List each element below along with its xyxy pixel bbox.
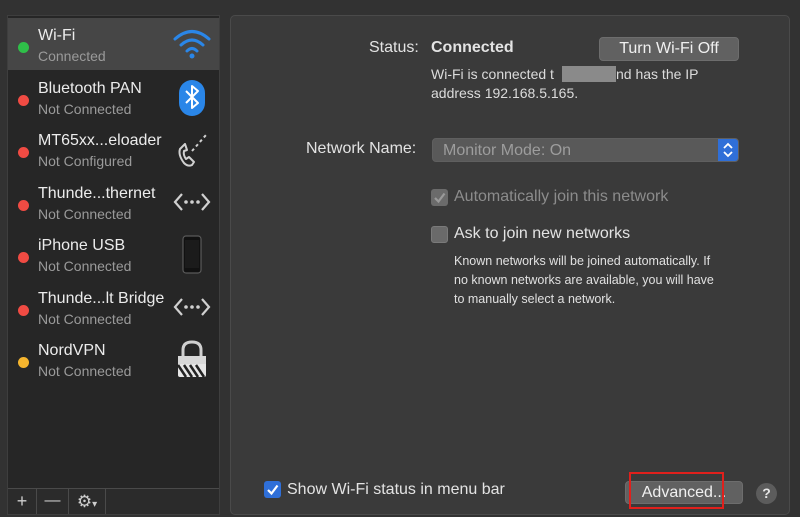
service-list: Wi-Fi Connected Bluetooth PAN Not Connec… [7,15,220,515]
phone-icon [178,134,207,167]
auto-join-checkbox[interactable] [431,189,448,206]
turn-wifi-off-button[interactable]: Turn Wi-Fi Off [599,37,739,61]
bridge-arrows-icon [173,298,211,316]
gear-menu-button[interactable]: ⚙▾ [69,489,106,514]
service-name: Thunde...thernet [38,185,156,202]
iphone-icon [182,235,202,274]
service-item-wifi[interactable]: Wi-Fi Connected [8,18,219,70]
highlight-box [629,472,724,509]
wifi-settings-panel: Status: Connected Turn Wi-Fi Off Wi-Fi i… [230,15,790,515]
service-name: Wi-Fi [38,27,76,44]
service-item-thunderbolt-ethernet[interactable]: Thunde...thernet Not Connected [8,176,219,228]
ask-join-description-line2: no known networks are available, you wil… [454,273,714,287]
ask-join-description-line1: Known networks will be joined automatica… [454,254,711,268]
service-name: Bluetooth PAN [38,80,142,97]
service-item-bluetooth-pan[interactable]: Bluetooth PAN Not Connected [8,71,219,123]
status-dot-red [18,305,29,316]
add-service-button[interactable]: + [8,489,37,514]
service-status: Not Configured [38,153,133,169]
network-name-value: Monitor Mode: On [443,142,572,159]
status-dot-yellow [18,357,29,368]
service-item-nordvpn[interactable]: NordVPN Not Connected [8,333,219,385]
status-description-line1b: nd has the IP [616,66,699,82]
network-name-select[interactable]: Monitor Mode: On [432,138,739,162]
service-status: Not Connected [38,206,132,222]
status-value: Connected [431,39,514,56]
chevron-down-icon: ▾ [92,499,98,510]
gear-icon: ⚙ [76,492,93,511]
service-item-iphone-usb[interactable]: iPhone USB Not Connected [8,228,219,280]
status-dot-red [18,252,29,263]
status-dot-red [18,147,29,158]
network-name-label: Network Name: [306,140,417,157]
ask-join-label: Ask to join new networks [454,225,631,242]
bluetooth-icon [179,80,205,116]
service-status: Not Connected [38,363,132,379]
wifi-icon [173,30,211,59]
status-dot-red [18,95,29,106]
service-status: Not Connected [38,101,132,117]
service-name: MT65xx...eloader [38,132,162,149]
auto-join-label: Automatically join this network [454,188,669,205]
remove-service-button[interactable]: — [37,489,69,514]
service-status: Not Connected [38,258,132,274]
service-status: Connected [38,48,106,64]
lock-icon [176,340,206,378]
show-wifi-status-checkbox[interactable] [264,481,281,498]
show-wifi-status-label: Show Wi-Fi status in menu bar [287,481,505,498]
service-item-mt65xx-preloader[interactable]: MT65xx...eloader Not Configured [8,123,219,175]
thunderbolt-arrows-icon [173,193,211,211]
status-dot-green [18,42,29,53]
redacted-network-name [562,66,616,82]
status-description-line1a: Wi-Fi is connected t [431,66,554,82]
service-item-thunderbolt-bridge[interactable]: Thunde...lt Bridge Not Connected [8,281,219,333]
service-status: Not Connected [38,311,132,327]
service-name: iPhone USB [38,237,126,254]
service-name: Thunde...lt Bridge [38,290,165,307]
chevron-updown-icon [718,139,738,161]
service-name: NordVPN [38,342,106,359]
status-label: Status: [369,39,419,56]
help-button[interactable]: ? [756,483,777,504]
ask-join-checkbox[interactable] [431,226,448,243]
status-description-line2: address 192.168.5.165. [431,85,579,101]
sidebar-footer: + — ⚙▾ [8,488,219,514]
ask-join-description-line3: to manually select a network. [454,292,616,306]
status-dot-red [18,200,29,211]
